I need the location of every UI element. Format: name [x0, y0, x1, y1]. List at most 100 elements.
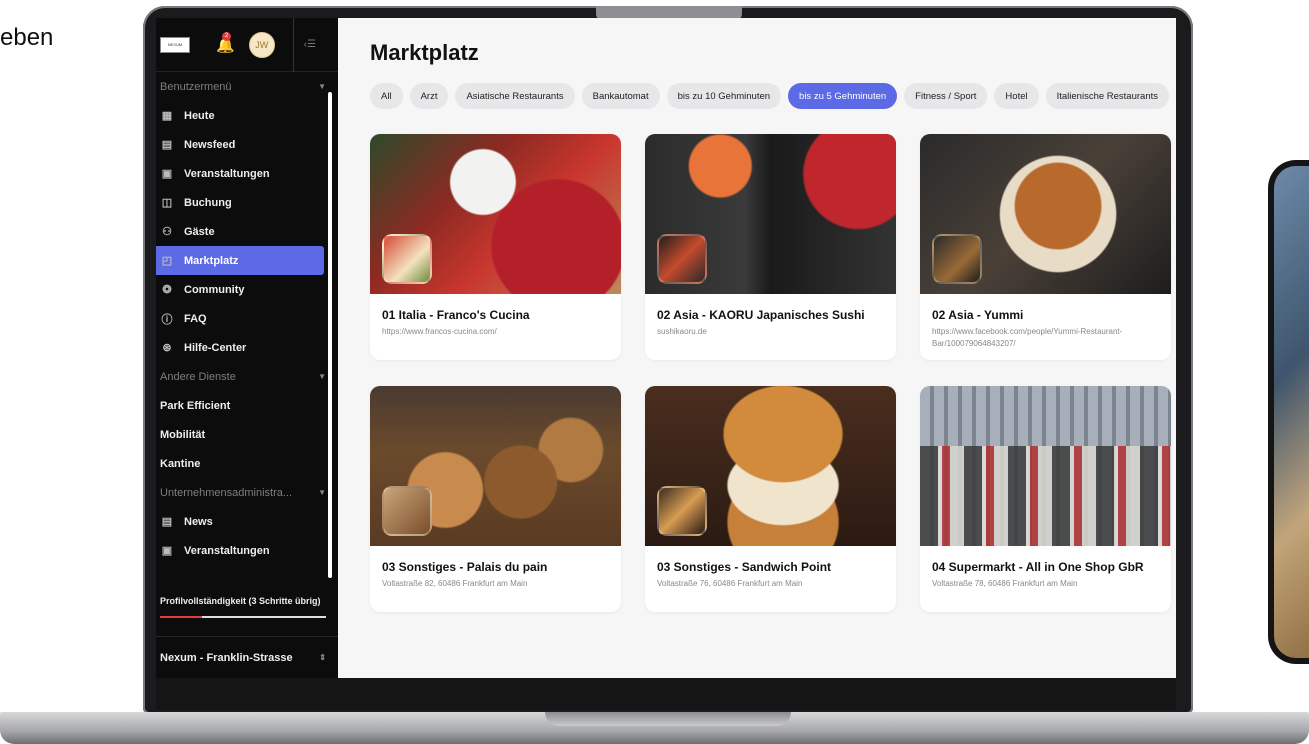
section-other-services-label: Andere Dienste — [160, 370, 236, 383]
filter-chip[interactable]: Asiatische Restaurants — [455, 83, 575, 109]
user-menu-list: ▦ Heute ▤ Newsfeed ▣ Veranstaltungen ◫ Buchung ⚇… — [156, 101, 338, 362]
sidebar-item-label: Veranstaltungen — [184, 544, 270, 557]
filter-chip[interactable]: Italienische Restaurants — [1045, 83, 1169, 109]
filter-chips: All Arzt Asiatische Restaurants Bankautomat… — [338, 66, 1176, 109]
section-other-services[interactable]: Andere Dienste ▼ — [156, 362, 338, 391]
sidebar-item-label: Buchung — [184, 196, 232, 209]
card-image — [920, 386, 1171, 546]
organization-selector[interactable]: Nexum - Franklin-Strasse ⇕ — [156, 636, 338, 678]
notification-badge: 2 — [222, 31, 231, 41]
card-image — [920, 134, 1171, 294]
card-title: 03 Sonstiges - Palais du pain — [382, 560, 548, 574]
sidebar-item-label: Hilfe-Center — [184, 341, 247, 354]
sidebar-item-marktplatz[interactable]: ◰ Marktplatz — [156, 246, 324, 275]
card-subtitle: Voltastraße 82, 60486 Frankfurt am Main — [382, 579, 528, 588]
profile-progress-track — [160, 616, 326, 618]
other-services-list: Park Efficient Mobilität Kantine — [156, 391, 338, 478]
notification-button[interactable]: 🔔 2 — [216, 31, 235, 54]
sidebar-item-community[interactable]: ❂ Community — [156, 275, 338, 304]
profile-completeness[interactable]: Profilvollständigkeit (3 Schritte übrig) — [156, 596, 338, 618]
company-logo[interactable]: NEXUM — [160, 36, 190, 53]
marketplace-card[interactable]: 02 Asia - KAORU Japanisches Sushi sushika… — [645, 134, 896, 360]
laptop-chin — [156, 678, 1176, 710]
profile-progress-fill — [160, 616, 202, 618]
sidebar-item-other[interactable]: Mobilität — [156, 420, 338, 449]
sidebar-item-other[interactable]: Kantine — [156, 449, 338, 478]
page-title: Marktplatz — [370, 40, 479, 65]
sidebar-item-g-ste[interactable]: ⚇ Gäste — [156, 217, 338, 246]
calendar-icon: ▣ — [161, 168, 173, 180]
card-subtitle: Voltastraße 78, 60486 Frankfurt am Main — [932, 579, 1078, 588]
community-icon: ❂ — [162, 284, 172, 296]
filter-chip[interactable]: bis zu 10 Gehminuten — [666, 83, 782, 109]
sidebar-item-label: Marktplatz — [184, 254, 239, 267]
marketplace-card[interactable]: 03 Sonstiges - Palais du pain Voltastraße… — [370, 386, 621, 612]
filter-chip[interactable]: Bankautomat — [581, 83, 660, 109]
sidebar: NEXUM 🔔 2 JW ‹☰ Benutzermenü ▼ ▦ Heute ▤ Ne… — [156, 18, 338, 678]
app-screen: NEXUM 🔔 2 JW ‹☰ Benutzermenü ▼ ▦ Heute ▤ Ne… — [156, 18, 1176, 678]
organization-name: Nexum - Franklin-Strasse — [160, 651, 293, 664]
filter-chip[interactable]: Fitness / Sport — [904, 83, 988, 109]
filter-chip[interactable]: Hotel — [994, 83, 1039, 109]
filter-chip[interactable]: All — [370, 83, 403, 109]
marketplace-card[interactable]: 04 Supermarkt - All in One Shop GbR Volta… — [920, 386, 1171, 612]
marketplace-card[interactable]: 03 Sonstiges - Sandwich Point Voltastraße… — [645, 386, 896, 612]
caret-down-icon: ▼ — [318, 82, 326, 91]
card-thumbnail — [932, 234, 982, 284]
sidebar-item-veranstaltungen[interactable]: ▣ Veranstaltungen — [156, 159, 338, 188]
up-down-arrows-icon: ⇕ — [319, 653, 326, 662]
section-company-admin-label: Unternehmensadministra... — [160, 486, 293, 499]
card-subtitle: https://www.facebook.com/people/Yummi-Re… — [932, 327, 1123, 348]
company-admin-list: ▤ News ▣ Veranstaltungen — [156, 507, 338, 565]
card-thumbnail — [382, 486, 432, 536]
profile-completeness-label: Profilvollständigkeit (3 Schritte übrig) — [160, 596, 321, 606]
sidebar-item-buchung[interactable]: ◫ Buchung — [156, 188, 338, 217]
card-title: 01 Italia - Franco's Cucina — [382, 308, 530, 322]
section-user-menu-label: Benutzermenü — [160, 80, 232, 93]
sidebar-item-admin[interactable]: ▤ News — [156, 507, 338, 536]
marketplace-card[interactable]: 02 Asia - Yummi https://www.facebook.com/… — [920, 134, 1171, 360]
phone-screen — [1274, 166, 1309, 658]
guests-icon: ⚇ — [162, 226, 172, 238]
filter-chip[interactable]: Arzt — [409, 83, 449, 109]
phone-device — [1268, 160, 1309, 664]
marketplace-card[interactable]: 01 Italia - Franco's Cucina https://www.f… — [370, 134, 621, 360]
sidebar-item-label: FAQ — [184, 312, 207, 325]
sidebar-item-heute[interactable]: ▦ Heute — [156, 101, 338, 130]
sidebar-item-other[interactable]: Park Efficient — [156, 391, 338, 420]
main-content: Marktplatz All Arzt Asiatische Restaurants… — [338, 18, 1176, 678]
door-icon: ◫ — [161, 197, 173, 209]
sidebar-item-newsfeed[interactable]: ▤ Newsfeed — [156, 130, 338, 159]
caret-down-icon: ▼ — [318, 372, 326, 381]
card-image — [645, 386, 896, 546]
stage: eben NEXUM 🔔 2 JW ‹☰ Benutzermenü ▼ ▦ Heu… — [0, 0, 1309, 744]
card-subtitle: https://www.francos-cucina.com/ — [382, 327, 497, 336]
sidebar-item-label: Community — [184, 283, 245, 296]
sidebar-item-label: Veranstaltungen — [184, 167, 270, 180]
card-title: 04 Supermarkt - All in One Shop GbR — [932, 560, 1144, 574]
sidebar-item-label: Gäste — [184, 225, 215, 238]
avatar[interactable]: JW — [248, 31, 275, 58]
card-subtitle: sushikaoru.de — [657, 327, 707, 336]
collapse-sidebar-icon[interactable]: ‹☰ — [292, 18, 316, 72]
filter-chip[interactable]: bis zu 5 Gehminuten — [788, 83, 898, 109]
card-image — [370, 386, 621, 546]
side-text: eben — [0, 24, 54, 51]
card-thumbnail — [657, 234, 707, 284]
sidebar-item-hilfe-center[interactable]: ⊛ Hilfe-Center — [156, 333, 338, 362]
card-image — [370, 134, 621, 294]
sidebar-item-faq[interactable]: ⓘ FAQ — [156, 304, 338, 333]
calendar-icon: ▣ — [161, 545, 173, 557]
section-company-admin[interactable]: Unternehmensadministra... ▼ — [156, 478, 338, 507]
card-subtitle: Voltastraße 76, 60486 Frankfurt am Main — [657, 579, 803, 588]
shopping-bag-icon: ◰ — [161, 255, 173, 267]
sidebar-item-admin[interactable]: ▣ Veranstaltungen — [156, 536, 338, 565]
card-title: 02 Asia - KAORU Japanisches Sushi — [657, 308, 865, 322]
sidebar-item-label: Newsfeed — [184, 138, 236, 151]
card-title: 02 Asia - Yummi — [932, 308, 1024, 322]
lifebuoy-icon: ⊛ — [162, 342, 172, 354]
section-user-menu[interactable]: Benutzermenü ▼ — [156, 72, 338, 101]
sidebar-scrollbar[interactable] — [328, 92, 332, 578]
caret-down-icon: ▼ — [318, 488, 326, 497]
sidebar-item-label: News — [184, 515, 213, 528]
